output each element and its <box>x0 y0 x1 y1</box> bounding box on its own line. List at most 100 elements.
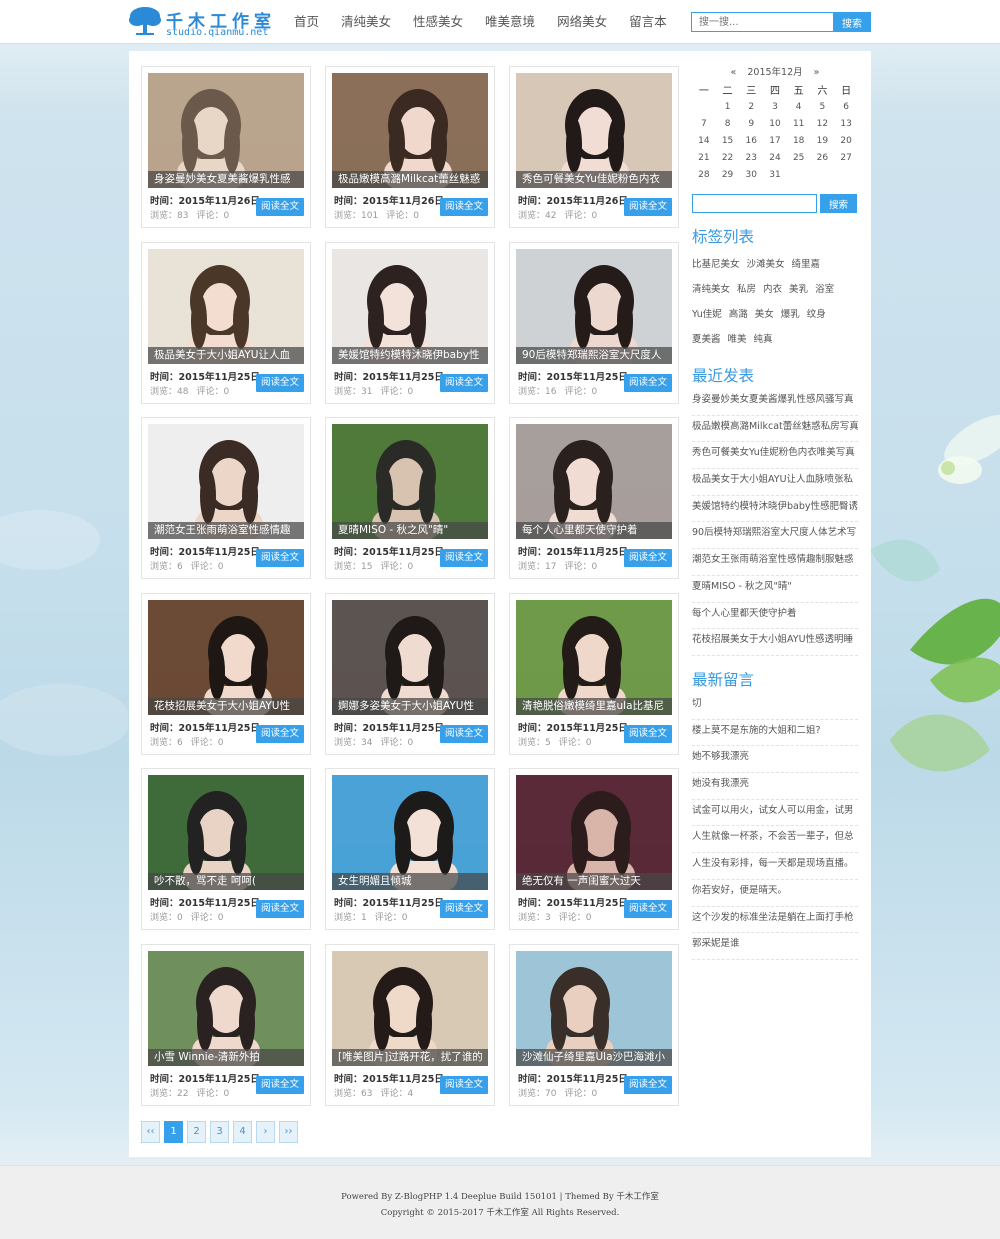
recent-comment-link[interactable]: 郭采妮是谁 <box>692 933 858 960</box>
post-thumbnail[interactable]: 身姿曼妙美女夏美酱爆乳性感 <box>148 73 304 188</box>
search-input[interactable] <box>691 12 834 32</box>
calendar-prev[interactable]: « <box>731 67 737 78</box>
calendar-day[interactable]: 14 <box>692 132 716 149</box>
tag-link[interactable]: 比基尼美女 <box>692 259 740 270</box>
nav-sexy[interactable]: 性感美女 <box>402 0 474 44</box>
post-card[interactable]: 90后模特郑瑞熙浴室大尺度人 时间：2015年11月25日 浏览：16 评论：0 阅读全… <box>509 241 679 404</box>
post-thumbnail[interactable]: 潮范女王张雨萌浴室性感情趣 <box>148 424 304 539</box>
post-thumbnail[interactable]: 吵不散，骂不走 呵呵( <box>148 775 304 890</box>
nav-pure[interactable]: 清纯美女 <box>330 0 402 44</box>
recent-post-link[interactable]: 极品嫩模高潞Milkcat蕾丝魅惑私房写真 <box>692 416 858 443</box>
recent-comment-link[interactable]: 人生没有彩排，每一天都是现场直播。 <box>692 853 858 880</box>
recent-comment-link[interactable]: 人生就像一杯茶，不会苦一辈子，但总 <box>692 826 858 854</box>
post-card[interactable]: 吵不散，骂不走 呵呵(时间：2015年11月25日 浏览：0 评论：0 阅读全文 <box>141 768 311 930</box>
tag-link[interactable]: 美女 <box>755 309 774 320</box>
calendar-day[interactable]: 23 <box>739 149 763 166</box>
recent-comment-link[interactable]: 她不够我漂亮 <box>692 746 858 774</box>
post-title[interactable]: 小雪 Winnie-清新外拍 <box>148 1048 304 1066</box>
post-card[interactable]: 身姿曼妙美女夏美酱爆乳性感 时间：2015年11月26日 浏览：83 评论：0 阅读全文 <box>141 66 311 228</box>
calendar-day[interactable]: 12 <box>811 115 835 132</box>
recent-comment-link[interactable]: 这个沙发的标准坐法是躺在上面打手枪 <box>692 907 858 934</box>
read-more-button[interactable]: 阅读全文 <box>624 724 672 743</box>
site-logo[interactable]: 千木工作室 studio.qianmu.net <box>128 4 278 40</box>
recent-comment-link[interactable]: 你若安好，便是晴天。 <box>692 880 858 907</box>
calendar-day[interactable]: 18 <box>787 132 811 149</box>
read-more-button[interactable]: 阅读全文 <box>256 900 304 918</box>
read-more-button[interactable]: 阅读全文 <box>256 1075 304 1094</box>
read-more-button[interactable]: 阅读全文 <box>624 549 672 567</box>
calendar-day[interactable]: 27 <box>834 149 858 166</box>
post-title[interactable]: 每个人心里都天使守护着 <box>516 522 672 539</box>
read-more-button[interactable]: 阅读全文 <box>440 900 488 918</box>
read-more-button[interactable]: 阅读全文 <box>256 549 304 567</box>
read-more-button[interactable]: 阅读全文 <box>256 724 304 743</box>
calendar-day[interactable]: 11 <box>787 115 811 132</box>
nav-guestbook[interactable]: 留言本 <box>618 0 678 44</box>
tag-link[interactable]: 夏美酱 <box>692 334 721 345</box>
recent-post-link[interactable]: 美媛馆特约模特沐晓伊baby性感肥臀诱 <box>692 496 858 523</box>
tag-link[interactable]: 浴室 <box>815 284 834 295</box>
pager-page-2[interactable]: 2 <box>187 1121 206 1143</box>
read-more-button[interactable]: 阅读全文 <box>624 900 672 918</box>
post-title[interactable]: 吵不散，骂不走 呵呵( <box>148 873 304 890</box>
calendar-day[interactable]: 25 <box>787 149 811 166</box>
calendar-day[interactable]: 4 <box>787 98 811 115</box>
post-thumbnail[interactable]: 婀娜多姿美女于大小姐AYU性 <box>332 599 488 715</box>
tag-link[interactable]: 私房 <box>737 284 756 295</box>
post-title[interactable]: 潮范女王张雨萌浴室性感情趣 <box>148 522 304 539</box>
post-thumbnail[interactable]: 极品美女于大小姐AYU让人血 <box>148 248 304 364</box>
post-title[interactable]: 清艳脱俗嫩模绮里嘉ula比基尼 <box>516 697 672 715</box>
sidebar-search-button[interactable]: 搜索 <box>820 194 857 213</box>
post-card[interactable]: 秀色可餐美女Yu佳妮粉色内衣 时间：2015年11月26日 浏览：42 评论：0 阅读全… <box>509 66 679 228</box>
tag-link[interactable]: 爆乳 <box>781 309 800 320</box>
post-thumbnail[interactable]: 90后模特郑瑞熙浴室大尺度人 <box>516 248 672 364</box>
calendar-day[interactable]: 8 <box>716 115 740 132</box>
post-thumbnail[interactable]: [唯美图片]过路开花，扰了谁的 <box>332 950 488 1066</box>
post-title[interactable]: 女生明媚且倾城 <box>332 873 488 890</box>
read-more-button[interactable]: 阅读全文 <box>624 373 672 392</box>
calendar-day[interactable]: 31 <box>763 166 787 183</box>
post-thumbnail[interactable]: 秀色可餐美女Yu佳妮粉色内衣 <box>516 73 672 188</box>
post-thumbnail[interactable]: 极品嫩模高潞Milkcat蕾丝魅惑 <box>332 73 488 188</box>
calendar-day[interactable]: 6 <box>834 98 858 115</box>
post-card[interactable]: 小雪 Winnie-清新外拍 时间：2015年11月25日 浏览：22 评论：0 阅读全… <box>141 943 311 1106</box>
pager-last[interactable]: ›› <box>279 1121 298 1143</box>
post-card[interactable]: 每个人心里都天使守护着 时间：2015年11月25日 浏览：17 评论：0 阅读全文 <box>509 417 679 579</box>
pager-page-4[interactable]: 4 <box>233 1121 252 1143</box>
post-card[interactable]: 极品美女于大小姐AYU让人血 时间：2015年11月25日 浏览：48 评论：0 阅读全… <box>141 241 311 404</box>
calendar-day[interactable]: 15 <box>716 132 740 149</box>
calendar-day[interactable]: 16 <box>739 132 763 149</box>
post-thumbnail[interactable]: 沙滩仙子绮里嘉Ula沙巴海滩小 <box>516 950 672 1066</box>
calendar-day[interactable]: 3 <box>763 98 787 115</box>
nav-online[interactable]: 网络美女 <box>546 0 618 44</box>
post-thumbnail[interactable]: 女生明媚且倾城 <box>332 775 488 890</box>
post-title[interactable]: 沙滩仙子绮里嘉Ula沙巴海滩小 <box>516 1048 672 1066</box>
read-more-button[interactable]: 阅读全文 <box>624 1075 672 1094</box>
read-more-button[interactable]: 阅读全文 <box>440 373 488 392</box>
calendar-day[interactable]: 10 <box>763 115 787 132</box>
calendar-day[interactable]: 1 <box>716 98 740 115</box>
nav-artistic[interactable]: 唯美意境 <box>474 0 546 44</box>
post-thumbnail[interactable]: 清艳脱俗嫩模绮里嘉ula比基尼 <box>516 599 672 715</box>
post-thumbnail[interactable]: 每个人心里都天使守护着 <box>516 424 672 539</box>
read-more-button[interactable]: 阅读全文 <box>440 198 488 216</box>
calendar-day[interactable]: 30 <box>739 166 763 183</box>
post-title[interactable]: 90后模特郑瑞熙浴室大尺度人 <box>516 346 672 364</box>
post-card[interactable]: [唯美图片]过路开花，扰了谁的 时间：2015年11月25日 浏览：63 评论：4 阅读… <box>325 943 495 1106</box>
recent-post-link[interactable]: 花枝招展美女于大小姐AYU性感透明睡 <box>692 629 858 656</box>
search-button[interactable]: 搜索 <box>833 12 871 32</box>
post-card[interactable]: 绝无仅有 一声闺蜜大过天 时间：2015年11月25日 浏览：3 评论：0 阅读全文 <box>509 768 679 930</box>
post-card[interactable]: 花枝招展美女于大小姐AYU性 时间：2015年11月25日 浏览：6 评论：0 阅读全文 <box>141 592 311 755</box>
post-title[interactable]: 花枝招展美女于大小姐AYU性 <box>148 697 304 715</box>
post-title[interactable]: 婀娜多姿美女于大小姐AYU性 <box>332 697 488 715</box>
tag-link[interactable]: 美乳 <box>789 284 808 295</box>
pager-page-3[interactable]: 3 <box>210 1121 229 1143</box>
read-more-button[interactable]: 阅读全文 <box>256 373 304 392</box>
post-title[interactable]: 秀色可餐美女Yu佳妮粉色内衣 <box>516 171 672 188</box>
calendar-day[interactable]: 9 <box>739 115 763 132</box>
post-title[interactable]: [唯美图片]过路开花，扰了谁的 <box>332 1048 488 1066</box>
post-card[interactable]: 极品嫩模高潞Milkcat蕾丝魅惑 时间：2015年11月26日 浏览：101 评论：… <box>325 66 495 228</box>
post-title[interactable]: 夏晴MISO - 秋之风"晴" <box>332 522 488 539</box>
post-title[interactable]: 极品嫩模高潞Milkcat蕾丝魅惑 <box>332 171 488 188</box>
read-more-button[interactable]: 阅读全文 <box>440 1075 488 1094</box>
